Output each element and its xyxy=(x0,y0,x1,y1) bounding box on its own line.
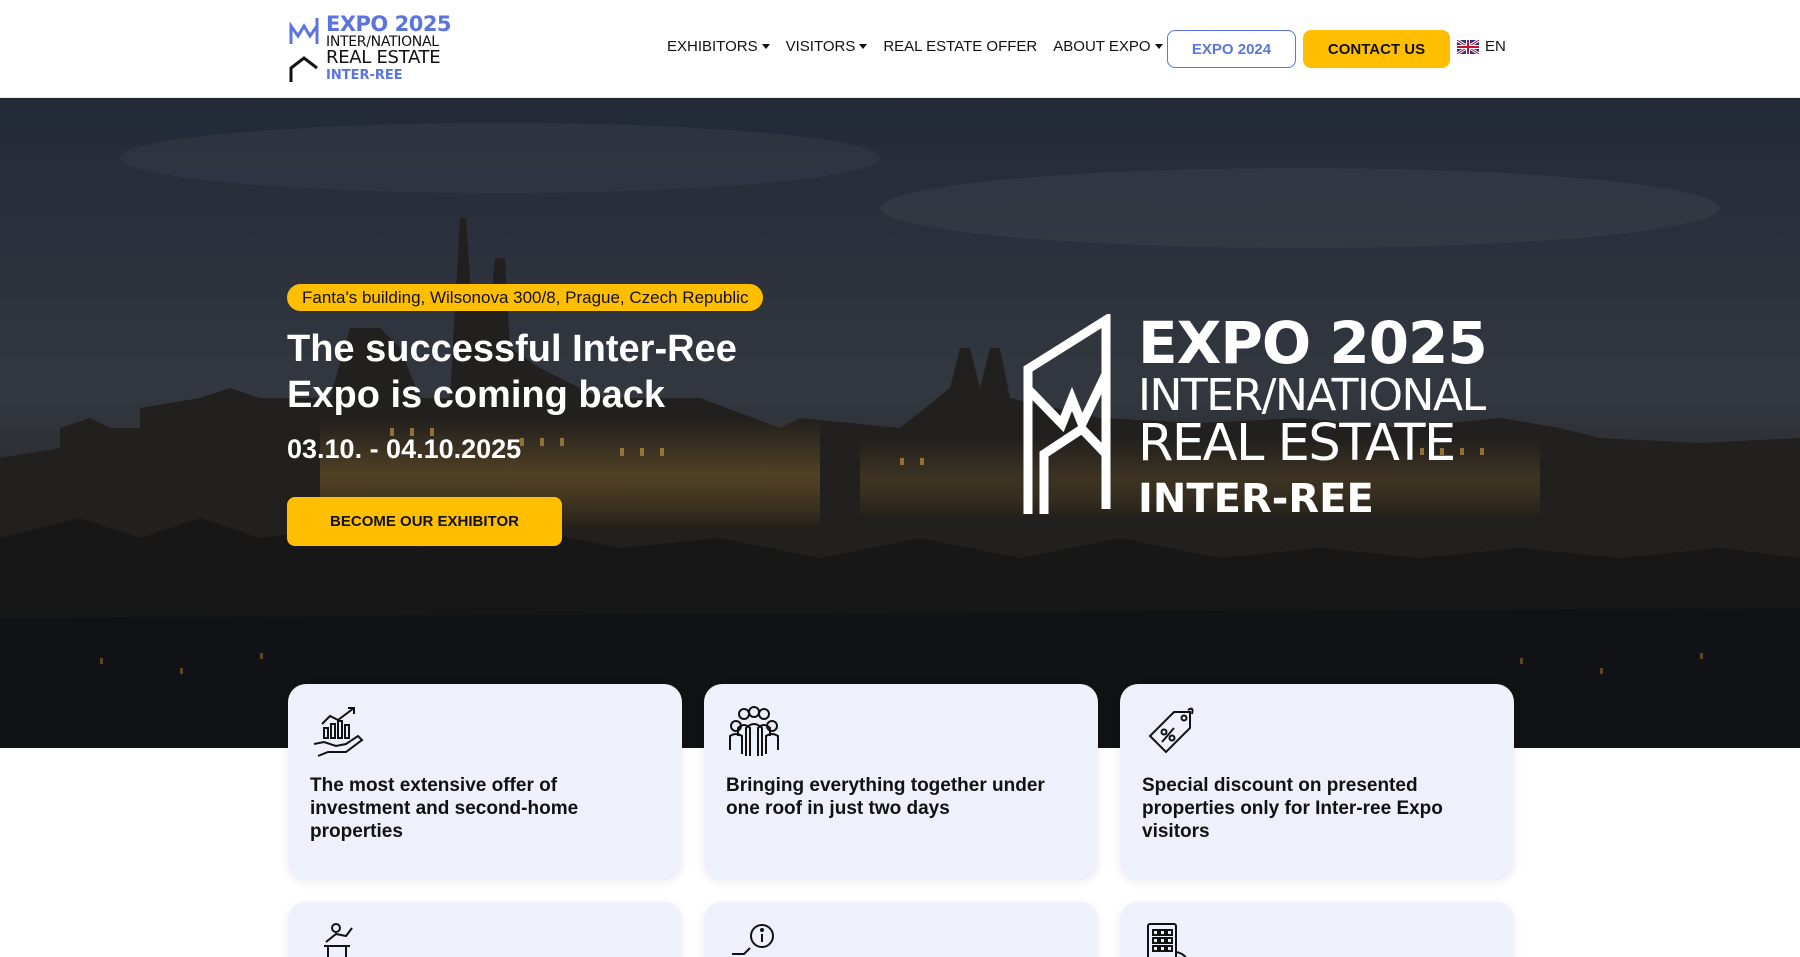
hero-logo-title: EXPO 2025 xyxy=(1138,309,1488,377)
feature-card: The most extensive offer of investment a… xyxy=(288,684,682,880)
nav-real-estate-offer-label: REAL ESTATE OFFER xyxy=(883,38,1038,55)
logo-subtitle-2: REAL ESTATE xyxy=(326,47,441,68)
hero-logo-text: EXPO 2025 INTER/NATIONAL REAL ESTATE INT… xyxy=(1138,309,1488,522)
feature-text: Bringing everything together under one r… xyxy=(726,775,1045,819)
logo-title: EXPO 2025 xyxy=(326,12,452,36)
nav-real-estate-offer[interactable]: REAL ESTATE OFFER xyxy=(883,38,1037,55)
become-exhibitor-button[interactable]: BECOME OUR EXHIBITOR xyxy=(287,497,562,546)
caret-down-icon xyxy=(859,44,868,49)
hero-logo-line2: INTER/NATIONAL xyxy=(1138,370,1486,421)
hero-expo-logo: EXPO 2025 INTER/NATIONAL REAL ESTATE INT… xyxy=(1022,314,1512,519)
people-group-icon xyxy=(729,706,779,756)
uk-flag-icon xyxy=(1457,39,1479,54)
feature-card: Special discount on presented properties… xyxy=(1120,684,1514,880)
nav-about-expo[interactable]: ABOUT EXPO xyxy=(1053,38,1163,55)
feature-card xyxy=(704,902,1098,957)
nav-visitors[interactable]: VISITORS xyxy=(786,38,868,55)
speaker-podium-icon xyxy=(324,923,353,957)
hero-section: Fanta's building, Wilsonova 300/8, Pragu… xyxy=(0,98,1800,748)
hero-logo-line3: REAL ESTATE xyxy=(1138,414,1456,473)
discount-tag-icon xyxy=(1148,707,1194,754)
logo-mark-icon xyxy=(289,18,319,82)
caret-down-icon xyxy=(1154,44,1163,49)
event-dates: 03.10. - 04.10.2025 xyxy=(287,434,522,464)
language-selector[interactable]: EN xyxy=(1457,38,1506,55)
contact-us-button[interactable]: CONTACT US xyxy=(1303,30,1450,68)
site-logo[interactable]: EXPO 2025 INTER/NATIONAL REAL ESTATE INT… xyxy=(288,14,458,84)
language-label: EN xyxy=(1485,38,1506,55)
nav-exhibitors[interactable]: EXHIBITORS xyxy=(667,38,770,55)
nav-about-expo-label: ABOUT EXPO xyxy=(1053,38,1151,55)
building-icon xyxy=(1147,923,1187,957)
feature-text: Special discount on presented properties… xyxy=(1142,775,1443,842)
hero-overlay xyxy=(0,98,1800,748)
expo-2024-button[interactable]: EXPO 2024 xyxy=(1167,30,1296,68)
hero-title: The successful Inter-Ree Expo is coming … xyxy=(287,328,737,416)
hero-logo-brand: INTER-REE xyxy=(1138,476,1374,522)
investment-growth-icon xyxy=(313,707,364,757)
info-person-icon xyxy=(732,924,774,955)
main-nav: EXHIBITORS VISITORS REAL ESTATE OFFER AB… xyxy=(667,38,1163,55)
caret-down-icon xyxy=(761,44,770,49)
feature-text: The most extensive offer of investment a… xyxy=(310,775,579,842)
logo-text: EXPO 2025 INTER/NATIONAL REAL ESTATE INT… xyxy=(326,12,452,83)
feature-card xyxy=(1120,902,1514,957)
site-header: EXPO 2025 INTER/NATIONAL REAL ESTATE INT… xyxy=(0,0,1800,98)
logo-brand: INTER-REE xyxy=(326,68,403,83)
feature-card: Bringing everything together under one r… xyxy=(704,684,1098,880)
nav-exhibitors-label: EXHIBITORS xyxy=(667,38,758,55)
logo-mark-icon xyxy=(1023,314,1111,514)
location-badge: Fanta's building, Wilsonova 300/8, Pragu… xyxy=(287,284,764,311)
feature-card xyxy=(288,902,682,957)
nav-visitors-label: VISITORS xyxy=(785,38,856,55)
